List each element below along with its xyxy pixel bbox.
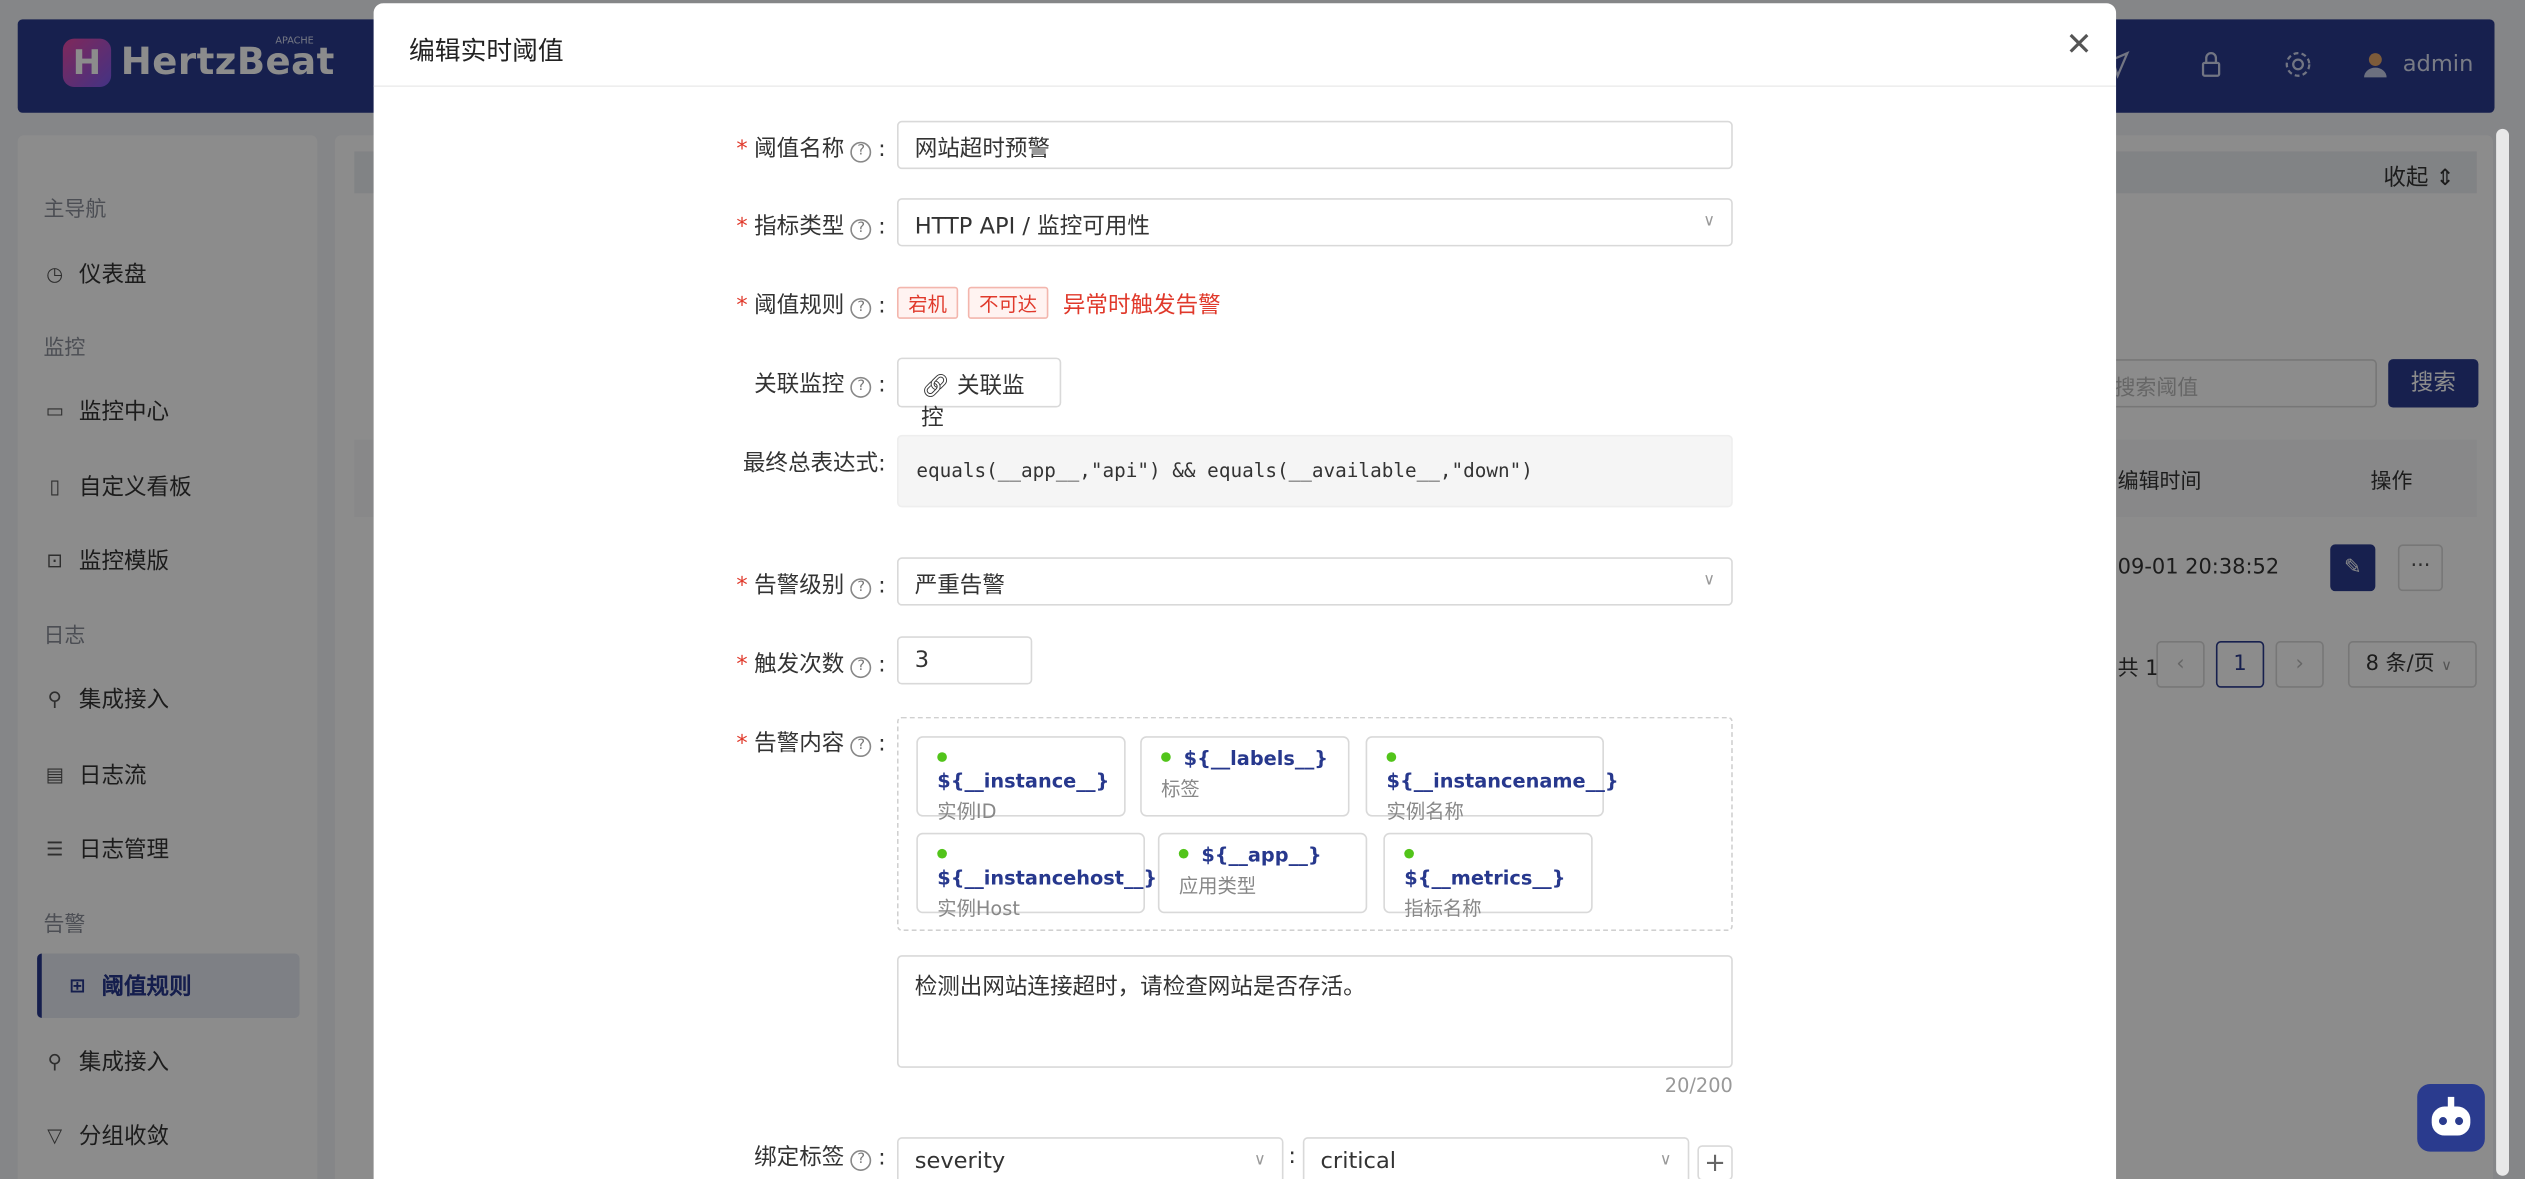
link-label: 关联监控?: xyxy=(754,372,886,398)
page-scrollbar[interactable] xyxy=(2496,128,2510,1176)
alert-level-select[interactable]: 严重告警 ∨ xyxy=(896,557,1733,606)
var-card-instancehost[interactable]: ${__instancehost__} 实例Host xyxy=(916,832,1157,920)
final-expression: equals(__app__,"api") && equals(__availa… xyxy=(896,434,1733,508)
threshold-name-input[interactable]: 网站超时预警 xyxy=(896,120,1733,170)
content-counter: 20/200 xyxy=(1664,1074,1733,1097)
link-icon: 🔗︎ xyxy=(921,373,950,400)
var-card-metrics[interactable]: ${__metrics__} 指标名称 xyxy=(1383,832,1593,920)
chevron-down-icon: ∨ xyxy=(1253,1151,1266,1170)
type-label: * 指标类型?: xyxy=(736,214,886,240)
chevron-down-icon: ∨ xyxy=(1703,571,1716,590)
metric-type-select[interactable]: HTTP API / 监控可用性 ∨ xyxy=(896,198,1733,247)
help-icon: ? xyxy=(850,736,872,758)
help-icon: ? xyxy=(850,578,872,600)
bind-label-label: 绑定标签?: xyxy=(754,1145,886,1171)
times-label: * 触发次数?: xyxy=(736,652,886,679)
rule-tag-down: 宕机 xyxy=(896,286,959,319)
var-card-instance[interactable]: ${__instance__} 实例ID xyxy=(916,736,1126,823)
add-label-button[interactable]: + xyxy=(1697,1145,1733,1179)
label-value-select[interactable]: critical ∨ xyxy=(1302,1137,1690,1179)
chevron-down-icon: ∨ xyxy=(1703,212,1716,231)
modal-divider xyxy=(373,85,2117,87)
trigger-times-input[interactable]: 3 xyxy=(896,636,1033,685)
help-icon: ? xyxy=(850,141,872,163)
name-label: * 阈值名称?: xyxy=(736,136,886,163)
link-monitor-button[interactable]: 🔗︎ 关联监控 xyxy=(896,357,1062,432)
help-icon: ? xyxy=(850,219,872,240)
edit-threshold-modal: 编辑实时阈值 ✕ * 阈值名称?: 网站超时预警 * 指标类型?: HTTP API… xyxy=(373,3,2117,1179)
expr-label: 最终总表达式: xyxy=(742,450,886,477)
robot-icon xyxy=(2431,1096,2471,1136)
chevron-down-icon: ∨ xyxy=(1659,1151,1672,1170)
level-label: * 告警级别?: xyxy=(736,573,886,600)
help-icon: ? xyxy=(850,657,872,679)
modal-title: 编辑实时阈值 xyxy=(409,35,564,67)
help-icon: ? xyxy=(850,1150,872,1171)
rule-label: * 阈值规则?: xyxy=(736,293,886,319)
plus-icon: + xyxy=(1704,1146,1726,1178)
rule-tag-unreachable: 不可达 xyxy=(967,286,1049,319)
close-icon[interactable]: ✕ xyxy=(2063,24,2095,63)
var-card-app[interactable]: ${__app__} 应用类型 xyxy=(1157,832,1368,914)
label-separator: : xyxy=(1288,1143,1296,1170)
help-icon: ? xyxy=(850,297,872,319)
screen: H HertzBeat APACHE admin 主导航 ◷ 仪表盘 监控 ▭ 监控… xyxy=(0,0,2525,1179)
content-label: * 告警内容?: xyxy=(736,731,886,758)
var-card-instancename[interactable]: ${__instancename__} 实例名称 xyxy=(1365,736,1619,823)
help-icon: ? xyxy=(850,376,872,398)
rule-warning: 异常时触发告警 xyxy=(1062,293,1221,319)
assistant-button[interactable] xyxy=(2417,1084,2485,1152)
var-card-labels[interactable]: ${__labels__} 标签 xyxy=(1140,736,1350,817)
label-key-select[interactable]: severity ∨ xyxy=(896,1137,1284,1179)
alert-content-textarea[interactable]: 检测出网站连接超时，请检查网站是否存活。 xyxy=(896,955,1733,1068)
